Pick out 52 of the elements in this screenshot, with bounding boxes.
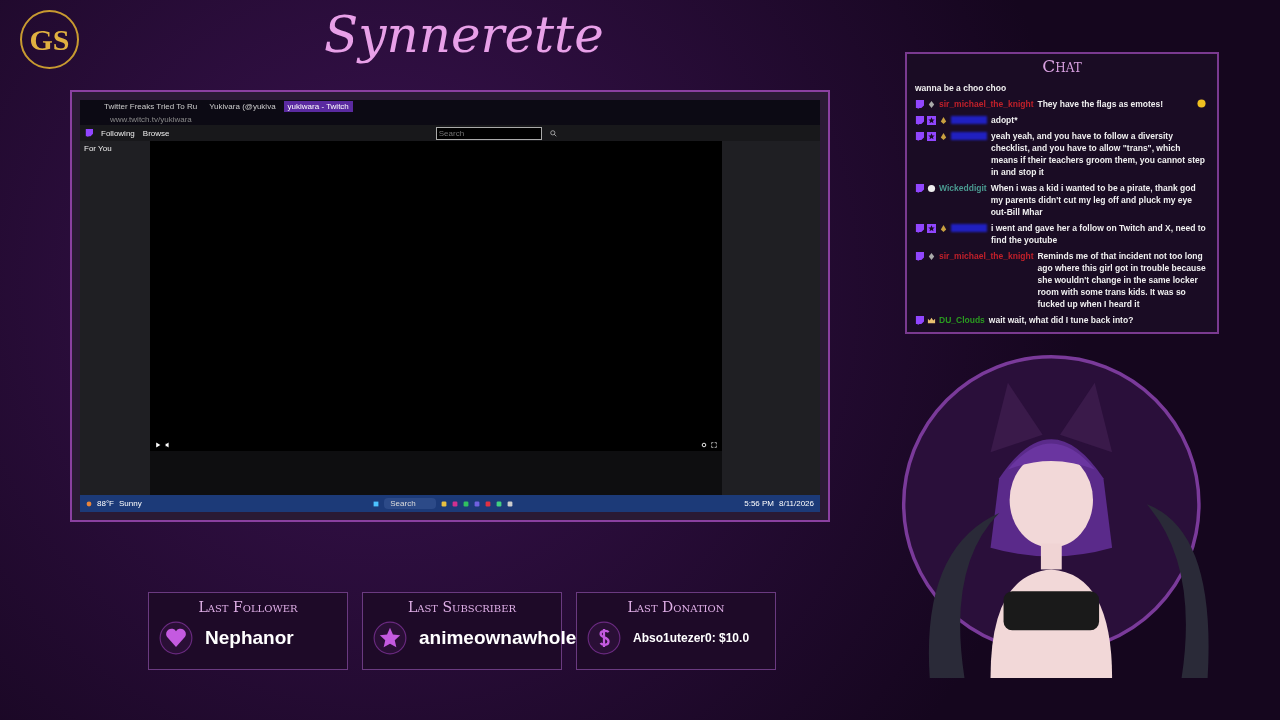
browser-tab[interactable]: Yukivara (@yukiva [205,101,280,112]
platform-badge-icon [915,315,924,325]
star-badge-icon [927,131,936,141]
stat-value: Nephanor [205,627,294,649]
dollar-icon [587,621,621,655]
chat-message: wait wait, what did I tune back into? [988,314,1135,326]
stream-title: Synnerette [324,6,604,64]
rank-badge-icon [927,251,936,261]
platform-badge-icon [915,251,924,261]
browser-tab[interactable]: yukiwara - Twitch [283,101,353,112]
nav-link[interactable]: Following [101,128,135,138]
gem-badge-icon [939,223,948,233]
url-field[interactable]: www.twitch.tv/yukiwara [110,114,192,124]
clock-date[interactable]: 8/11/2026 [779,499,814,508]
volume-icon[interactable] [165,442,171,448]
chat-username[interactable]: Wickeddigit [939,182,987,194]
taskbar-search[interactable]: Search [384,498,436,509]
chat-message: i went and gave her a follow on Twitch and X, need to find the youtube [991,222,1207,246]
platform-badge-icon [915,223,924,233]
weather-icon[interactable] [86,500,92,507]
chat-message: Reminds me of that incident not too long ago where this girl got in trouble because she wouldn't change in the same locker room with some trans kids. It was so fucked up when I heard it [1037,250,1207,310]
weather-temp[interactable]: 88°F [97,499,114,508]
nav-link[interactable]: Browse [142,128,170,138]
stat-label: Last Subscriber [408,599,516,615]
settings-icon[interactable] [701,442,707,448]
chat-message: When i was a kid i wanted to be a pirate, thank god my parents didn't cut my leg off and pluck my eye out-Bill Mhar [990,182,1197,218]
platform-badge-icon [915,183,924,193]
play-icon[interactable] [155,442,161,448]
logo: GS [20,10,79,69]
chat-title: Chat [1041,56,1083,76]
start-icon[interactable] [373,500,380,507]
crown-badge-icon [927,315,936,325]
search-field[interactable]: Search [435,126,542,140]
chat-message: wanna be a choo choo [915,82,1008,94]
chat-message: adopt* [991,114,1019,126]
fullscreen-icon[interactable] [711,442,717,448]
browser-tab[interactable]: Twitter Freaks Tried To Ru [100,101,202,112]
rank-badge-icon [927,99,936,109]
chat-username[interactable]: DU_Clouds [939,314,985,326]
search-icon[interactable] [549,129,557,137]
stat-label: Last Donation [627,599,725,615]
star-badge-icon [927,223,936,233]
stat-value: Abso1utezer0: $10.0 [633,631,750,645]
twitch-logo-icon[interactable] [85,129,93,137]
stat-value: animeownawhole [419,627,577,649]
stat-label: Last Follower [198,599,298,615]
chat-message: They have the flags as emotes! [1037,98,1165,110]
star-badge-icon [927,115,936,125]
clock-time[interactable]: 5:56 PM [744,499,774,508]
weather-text[interactable]: Sunny [119,499,142,508]
chat-message: yeah yeah, and you have to follow a diversity checklist, and you have to allow "trans", which means if their teachers groom them, you cannot step in and stop it [991,130,1206,178]
sidebar-title: For You [84,144,112,153]
